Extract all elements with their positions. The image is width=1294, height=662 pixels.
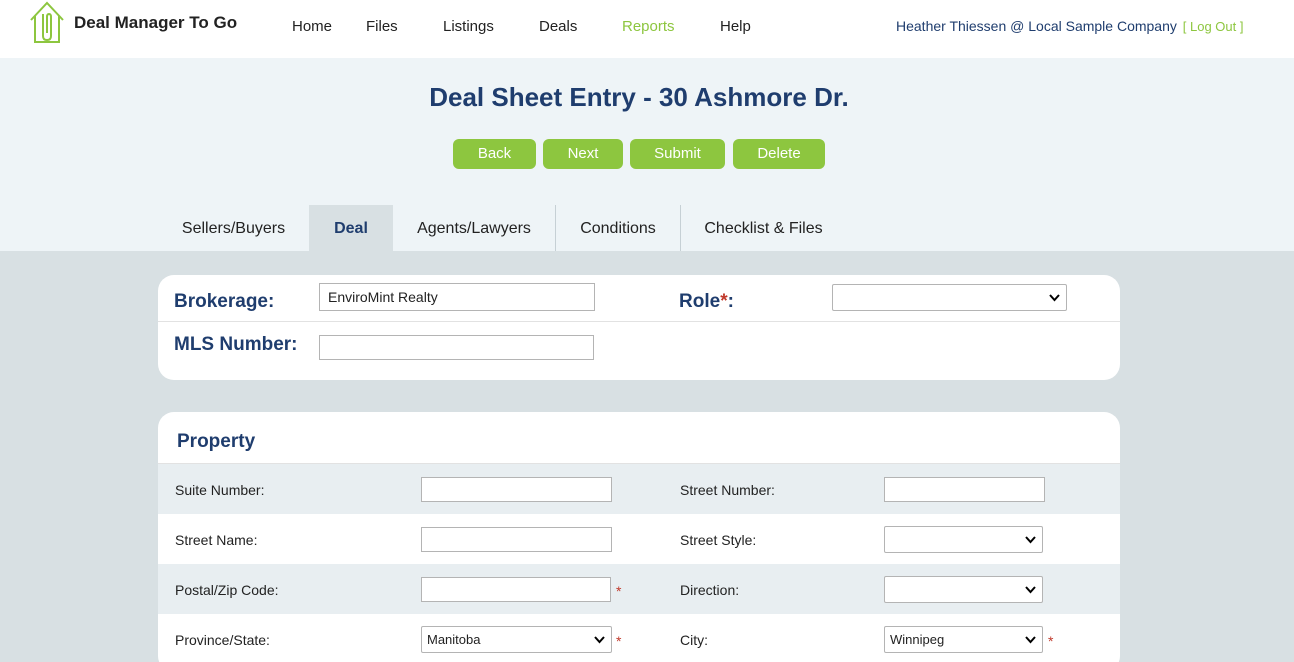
- top-navigation-bar: Deal Manager To Go Home Files Listings D…: [0, 0, 1294, 58]
- form-row: Suite Number: Street Number:: [158, 464, 1120, 514]
- street-name-label: Street Name:: [175, 532, 258, 548]
- form-row: Postal/Zip Code: * Direction:: [158, 564, 1120, 614]
- required-marker: *: [616, 633, 622, 649]
- chevron-down-icon: [1025, 636, 1036, 644]
- page-header: Deal Sheet Entry - 30 Ashmore Dr. Back N…: [0, 58, 1294, 251]
- required-marker: *: [616, 583, 622, 599]
- postal-code-input[interactable]: [421, 577, 611, 602]
- role-label: Role*:: [679, 291, 734, 313]
- nav-files[interactable]: Files: [366, 18, 398, 35]
- required-marker: *: [720, 291, 728, 312]
- next-button[interactable]: Next: [543, 139, 623, 169]
- direction-label: Direction:: [680, 582, 740, 598]
- province-state-select[interactable]: Manitoba: [421, 626, 612, 653]
- user-name: Heather Thiessen @ Local Sample Company: [896, 18, 1177, 34]
- direction-select[interactable]: [884, 576, 1043, 603]
- page-title: Deal Sheet Entry - 30 Ashmore Dr.: [429, 82, 849, 112]
- submit-button[interactable]: Submit: [630, 139, 725, 169]
- city-label: City:: [680, 632, 708, 648]
- nav-home[interactable]: Home: [292, 18, 332, 35]
- role-select[interactable]: [832, 284, 1067, 311]
- tab-sellers-buyers[interactable]: Sellers/Buyers: [158, 205, 309, 251]
- required-marker: *: [1048, 633, 1054, 649]
- user-info: Heather Thiessen @ Local Sample Company …: [896, 18, 1243, 34]
- brokerage-label: Brokerage:: [174, 291, 275, 312]
- suite-number-input[interactable]: [421, 477, 612, 502]
- chevron-down-icon: [594, 636, 605, 644]
- mls-number-input[interactable]: [319, 335, 594, 360]
- tab-agents-lawyers[interactable]: Agents/Lawyers: [393, 205, 555, 251]
- section-title: Property: [177, 431, 256, 452]
- back-button[interactable]: Back: [453, 139, 536, 169]
- role-label-text: Role: [679, 291, 721, 312]
- tab-checklist-files[interactable]: Checklist & Files: [681, 205, 846, 251]
- street-style-label: Street Style:: [680, 532, 757, 548]
- mls-number-label: MLS Number:: [174, 334, 298, 355]
- app-logo[interactable]: Deal Manager To Go: [28, 0, 237, 46]
- logout-link[interactable]: [ Log Out ]: [1183, 19, 1244, 34]
- row-divider: [158, 321, 1120, 322]
- role-label-colon: :: [727, 291, 734, 312]
- postal-code-label: Postal/Zip Code:: [175, 582, 279, 598]
- chevron-down-icon: [1025, 536, 1036, 544]
- nav-help[interactable]: Help: [720, 18, 751, 35]
- nav-deals[interactable]: Deals: [539, 18, 577, 35]
- province-state-label: Province/State:: [175, 632, 270, 648]
- tab-conditions[interactable]: Conditions: [556, 205, 680, 251]
- house-paperclip-icon: [30, 1, 64, 43]
- delete-button[interactable]: Delete: [733, 139, 825, 169]
- form-row: Province/State: Manitoba * City: Winnipe…: [158, 614, 1120, 662]
- city-value: Winnipeg: [890, 632, 945, 647]
- form-row: Street Name: Street Style:: [158, 514, 1120, 564]
- street-name-input[interactable]: [421, 527, 612, 552]
- app-name: Deal Manager To Go: [74, 13, 238, 32]
- nav-listings[interactable]: Listings: [443, 18, 494, 35]
- property-card: Property Suite Number: Street Number: St…: [158, 412, 1120, 662]
- chevron-down-icon: [1049, 294, 1060, 302]
- nav-reports[interactable]: Reports: [622, 18, 675, 35]
- tab-deal[interactable]: Deal: [309, 205, 393, 251]
- street-number-input[interactable]: [884, 477, 1045, 502]
- province-state-value: Manitoba: [427, 632, 481, 647]
- brokerage-input[interactable]: [319, 283, 595, 311]
- street-number-label: Street Number:: [680, 482, 775, 498]
- street-style-select[interactable]: [884, 526, 1043, 553]
- chevron-down-icon: [1025, 586, 1036, 594]
- suite-number-label: Suite Number:: [175, 482, 265, 498]
- city-select[interactable]: Winnipeg: [884, 626, 1043, 653]
- deal-info-card: Brokerage: Role*: MLS Number:: [158, 275, 1120, 380]
